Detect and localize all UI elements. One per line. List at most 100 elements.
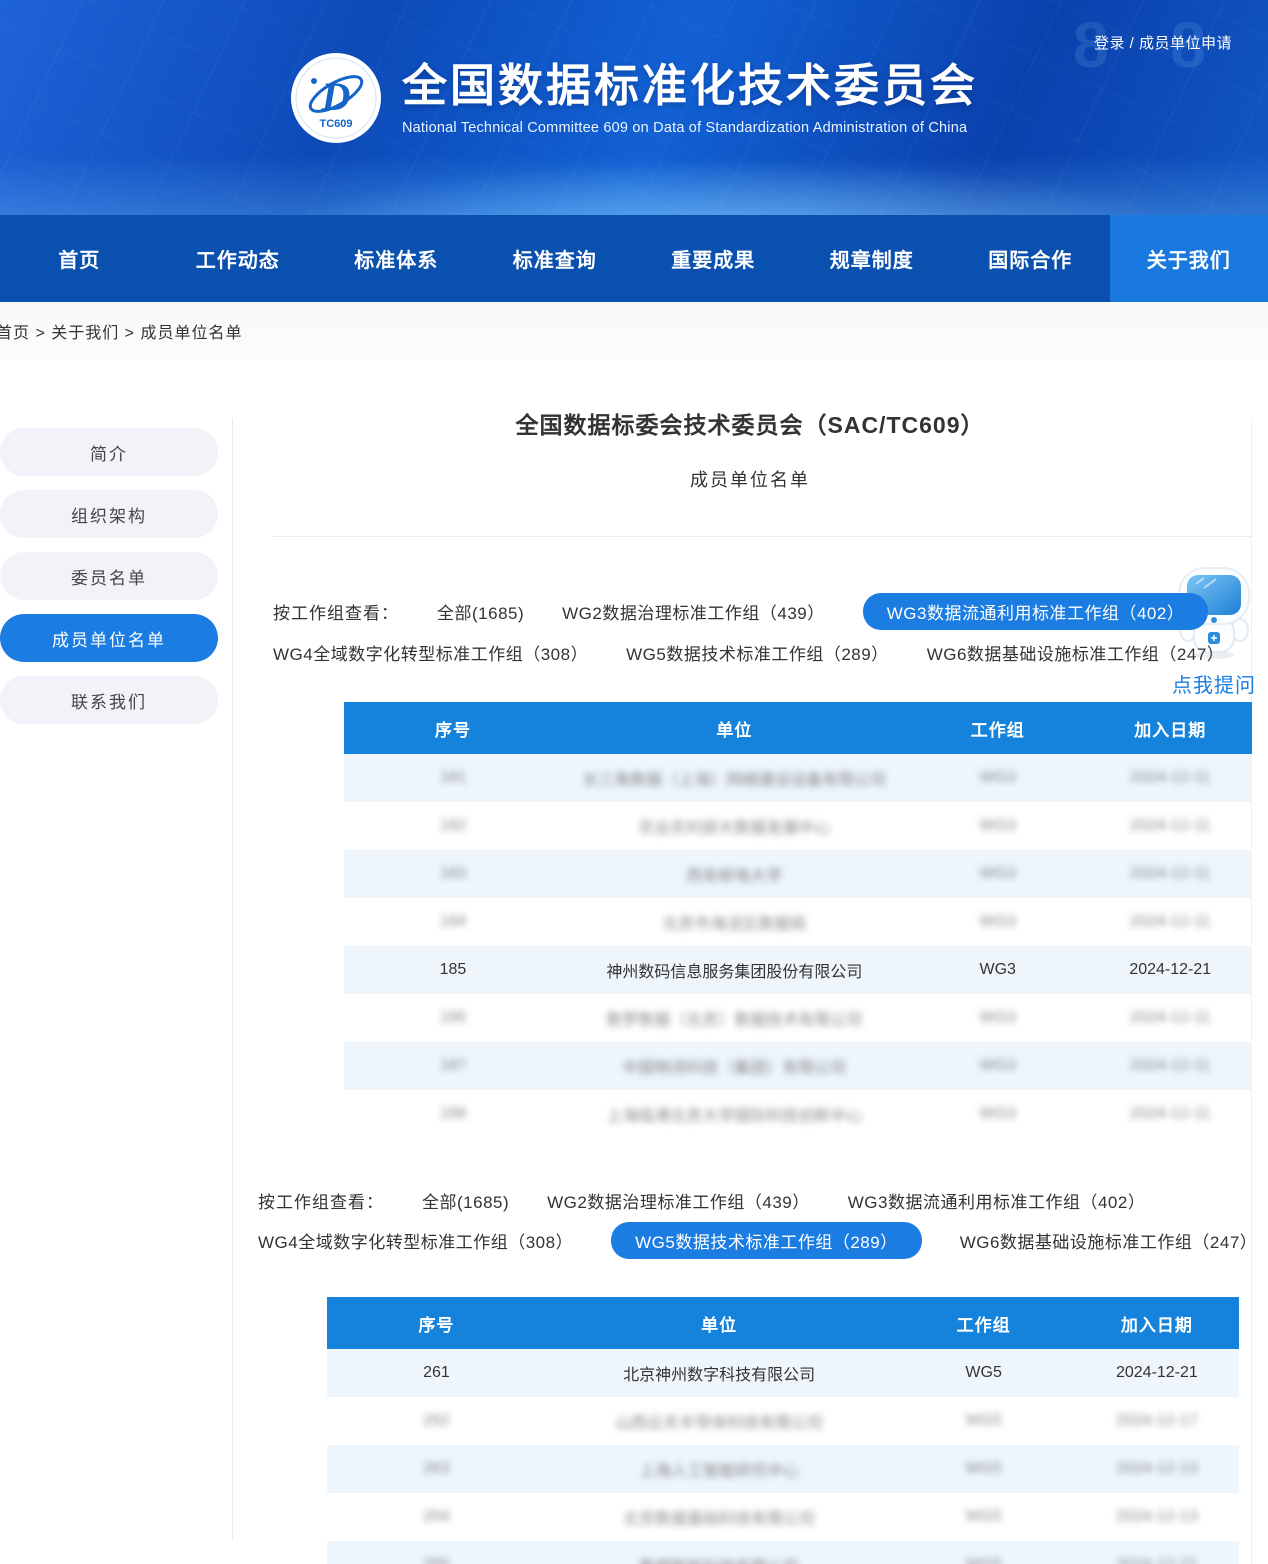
breadcrumb-bar: 首页 > 关于我们 > 成员单位名单 [0, 302, 1268, 360]
table-cell: WG3 [907, 802, 1089, 850]
table-row[interactable]: 262山西云天半导体科技有限公司WG52024-12-17 [327, 1397, 1239, 1445]
table-cell: 2024-12-21 [1089, 946, 1252, 994]
svg-text:TC609: TC609 [319, 118, 352, 130]
cell-text: 264 [423, 1508, 450, 1526]
breadcrumb[interactable]: 首页 > 关于我们 > 成员单位名单 [0, 319, 242, 343]
column-header: 工作组 [907, 702, 1089, 754]
cell-text: 182 [440, 817, 467, 835]
table-row[interactable]: 264 北京数据基础科技有限公司 WG5 2024-12-13 [327, 1493, 1239, 1541]
table-cell: 181 [344, 754, 562, 802]
table-row[interactable]: 187中国物流科技（集团）有限公司WG32024-12-11 [344, 1042, 1252, 1090]
filter-row: 按工作组查看： 全部(1685) WG2数据治理标准工作组（439） WG3数据流通利… [258, 1182, 1268, 1218]
site-subtitle: National Technical Committee 609 on Data… [402, 120, 978, 136]
table-row[interactable]: 185神州数码信息服务集团股份有限公司WG32024-12-21 [344, 946, 1252, 994]
cell-text: 长三角数据（上海）网络建设设备有限公司 [582, 766, 886, 790]
cell-text: WG5 [965, 1508, 1001, 1526]
table-row[interactable]: 181长三角数据（上海）网络建设设备有限公司WG32024-12-11 [344, 754, 1252, 802]
table-cell: 数梦数据（北京）数据技术有限公司 [562, 994, 907, 1042]
cell-text: 2024-12-11 [1130, 913, 1211, 931]
nav-item-3[interactable]: 标准体系 [317, 215, 476, 302]
cell-text: WG3 [980, 865, 1016, 883]
cell-text: 187 [440, 1057, 467, 1075]
table-cell: 2024-12-21 [1075, 1349, 1239, 1397]
cell-text: 数据智能科技有限公司 [639, 1553, 799, 1564]
table-cell: 神州数码信息服务集团股份有限公司 [562, 946, 907, 994]
table-cell: 2024-12-11 [1089, 898, 1252, 946]
sidebar-item-4[interactable]: 成员单位名单 [0, 614, 218, 662]
table-row[interactable]: 182 农业农村部大数据发展中心 WG32024-12-11 [344, 802, 1252, 850]
cell-text: WG3 [980, 1105, 1016, 1123]
nav-item-8[interactable]: 关于我们 [1110, 215, 1268, 302]
cell-text: 261 [423, 1364, 450, 1382]
nav-item-1[interactable]: 首页 [0, 215, 159, 302]
filter-group-wg3: 按工作组查看：全部(1685)WG2数据治理标准工作组（439）WG3数据流通利… [232, 593, 1268, 670]
cell-text: 2024-12-13 [1116, 1508, 1198, 1526]
table-cell: 261 [327, 1349, 546, 1397]
filter-option[interactable]: 全部(1685) [437, 599, 524, 624]
cell-text: WG3 [980, 1057, 1016, 1075]
filter-option[interactable]: WG4全域数字化转型标准工作组（308） [273, 640, 588, 665]
cell-text: WG3 [980, 913, 1016, 931]
table-cell: 北京数据基础科技有限公司 [546, 1493, 893, 1541]
cell-text: 186 [440, 1009, 467, 1027]
filter-label: 按工作组查看： [258, 1188, 384, 1213]
column-header: 序号 [344, 702, 562, 754]
sidebar-item-1[interactable]: 简介 [0, 428, 218, 476]
login-link[interactable]: 登录 / 成员单位申请 [1094, 32, 1232, 53]
nav-item-4[interactable]: 标准查询 [476, 215, 635, 302]
table-cell: 2024-12-11 [1089, 802, 1252, 850]
filter-option[interactable]: WG2数据治理标准工作组（439） [562, 599, 825, 624]
table-cell: WG5 [892, 1445, 1074, 1493]
divider [272, 536, 1252, 537]
filter-option[interactable]: WG3数据流通利用标准工作组（402） [863, 593, 1209, 630]
filter-option[interactable]: WG3数据流通利用标准工作组（402） [848, 1188, 1146, 1213]
cell-text: 西安邮电大学 [686, 862, 782, 886]
cell-text: 262 [423, 1412, 450, 1430]
table-row[interactable]: 263上海人工智能研究中心WG52024-12-13 [327, 1445, 1239, 1493]
table-cell: 2024-12-17 [1075, 1397, 1239, 1445]
filter-option[interactable]: WG5数据技术标准工作组（289） [626, 640, 889, 665]
nav-item-7[interactable]: 国际合作 [951, 215, 1110, 302]
table-row[interactable]: 183 西安邮电大学 WG3 2024-12-11 [344, 850, 1252, 898]
cell-text: 2024-12-17 [1116, 1412, 1198, 1430]
cell-text: 183 [440, 865, 467, 883]
table-row[interactable]: 184北京市海淀区数据局WG32024-12-11 [344, 898, 1252, 946]
table-row[interactable]: 265数据智能科技有限公司WG52024-12-21 [327, 1541, 1239, 1564]
cell-text: 北京数据基础科技有限公司 [623, 1505, 815, 1529]
main-nav: 首页工作动态标准体系标准查询重要成果规章制度国际合作关于我们 [0, 215, 1268, 302]
cell-text: WG3 [980, 769, 1016, 787]
filter-option[interactable]: WG5数据技术标准工作组（289） [611, 1222, 922, 1259]
table-cell: 上海临港北京大学国际科技创新中心 [562, 1090, 907, 1138]
filter-option[interactable]: WG6数据基础设施标准工作组（247） [927, 640, 1225, 665]
table-cell: WG3 [907, 946, 1089, 994]
filter-option[interactable]: WG2数据治理标准工作组（439） [547, 1188, 810, 1213]
table-cell: 2024-12-11 [1089, 994, 1252, 1042]
table-cell: 中国物流科技（集团）有限公司 [562, 1042, 907, 1090]
cell-text: WG5 [965, 1556, 1001, 1564]
table-cell: WG3 [907, 1090, 1089, 1138]
table-cell: 185 [344, 946, 562, 994]
filter-option[interactable]: 全部(1685) [422, 1188, 509, 1213]
nav-item-2[interactable]: 工作动态 [159, 215, 318, 302]
sidebar-item-5[interactable]: 联系我们 [0, 676, 218, 724]
sidebar-item-2[interactable]: 组织架构 [0, 490, 218, 538]
table-cell: 2024-12-13 [1075, 1445, 1239, 1493]
filter-option[interactable]: WG4全域数字化转型标准工作组（308） [258, 1228, 573, 1253]
table-cell: 2024-12-11 [1089, 850, 1252, 898]
table-row[interactable]: 261北京神州数字科技有限公司WG52024-12-21 [327, 1349, 1239, 1397]
cell-text: 农业农村部大数据发展中心 [638, 814, 830, 838]
cell-text: 2024-12-13 [1116, 1460, 1198, 1478]
page: 8 8 登录 / 成员单位申请 D TC609 全国数据标准化技术委员会 Nat… [0, 0, 1268, 1564]
sidebar-item-3[interactable]: 委员名单 [0, 552, 218, 600]
table-row[interactable]: 188上海临港北京大学国际科技创新中心WG32024-12-11 [344, 1090, 1252, 1138]
cell-text: WG5 [965, 1460, 1001, 1478]
cell-text: 265 [423, 1556, 450, 1564]
filter-row: WG4全域数字化转型标准工作组（308） WG5数据技术标准工作组（289） WG6… [258, 1222, 1268, 1259]
table-row[interactable]: 186数梦数据（北京）数据技术有限公司WG32024-12-11 [344, 994, 1252, 1042]
nav-item-6[interactable]: 规章制度 [793, 215, 952, 302]
table-cell: 2024-12-13 [1075, 1493, 1239, 1541]
filter-option[interactable]: WG6数据基础设施标准工作组（247） [960, 1228, 1258, 1253]
cell-text: 2024-12-21 [1116, 1364, 1198, 1382]
nav-item-5[interactable]: 重要成果 [634, 215, 793, 302]
cell-text: 中国物流科技（集团）有限公司 [622, 1054, 846, 1078]
